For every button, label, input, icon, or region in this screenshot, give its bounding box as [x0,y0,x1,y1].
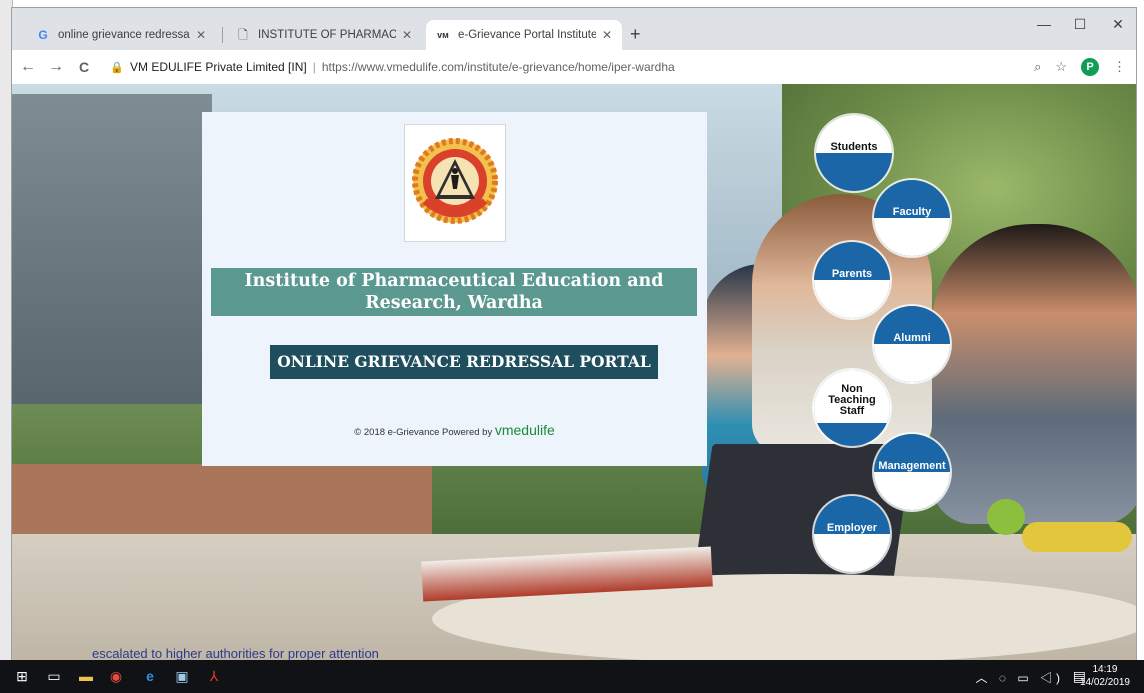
institute-name: Institute of Pharmaceutical Education an… [211,268,697,316]
tab-close-icon[interactable]: ✕ [402,28,412,42]
vm-icon: vм [437,30,449,40]
non-teaching-staff-label: Non Teaching Staff [828,383,876,417]
apple-image [987,499,1025,535]
student-figure [932,224,1136,524]
bookmark-star-icon[interactable]: ☆ [1055,59,1067,75]
tab-google-search[interactable]: G online grievance redressal mecha ✕ [26,20,216,50]
minimize-button[interactable]: — [1024,16,1064,32]
students-login-button[interactable]: Students [816,115,892,191]
system-tray-icons[interactable]: ︿ ◌ ▭ ◁) [976,669,1064,686]
system-clock[interactable]: 14:19 14/02/2019 [1080,663,1130,689]
windows-taskbar: ⊞ ▭ ▬ ◉ e ▣ ⅄ ︿ ◌ ▭ ◁) ▤ 14:19 14/02/201… [0,660,1144,693]
pdf-reader-icon[interactable]: ⅄ [204,666,224,686]
employer-login-button[interactable]: Employer [814,496,890,572]
portal-info-panel: Institute of Pharmaceutical Education an… [202,112,707,466]
institute-emblem-icon [412,138,498,224]
tab-close-icon[interactable]: ✕ [196,28,206,42]
background-page-text: escalated to higher authorities for prop… [92,646,379,660]
banana-image [1022,522,1132,552]
close-window-button[interactable]: ✕ [1098,16,1138,33]
tab-title: e-Grievance Portal Institute of Ph [458,29,596,41]
edge-icon[interactable]: e [140,666,160,686]
address-bar[interactable]: 🔒 VM EDULIFE Private Limited [IN] | http… [110,54,990,80]
url-separator: | [312,60,316,74]
google-icon: G [38,28,48,42]
management-login-button[interactable]: Management [874,434,950,510]
window-app-icon[interactable]: ▣ [172,666,192,686]
employer-label: Employer [826,522,878,534]
new-tab-button[interactable]: + [630,24,641,45]
portal-title: ONLINE GRIEVANCE REDRESSAL PORTAL [270,345,658,379]
non-teaching-staff-login-button[interactable]: Non Teaching Staff [814,370,890,446]
site-identity: VM EDULIFE Private Limited [IN] [130,60,307,74]
parents-login-button[interactable]: Parents [814,242,890,318]
task-view-icon[interactable]: ▭ [44,666,64,686]
back-button[interactable]: ← [16,58,40,76]
tab-separator [222,27,223,43]
faculty-label: Faculty [892,206,932,218]
faculty-login-button[interactable]: Faculty [874,180,950,256]
zoom-icon[interactable]: ⌕ [1034,59,1041,75]
file-explorer-icon[interactable]: ▬ [76,666,96,686]
profile-avatar[interactable]: P [1081,58,1099,76]
clock-time: 14:19 [1092,664,1118,675]
tab-institute[interactable]: 🗋 INSTITUTE OF PHARMACEUTICA ✕ [226,20,422,50]
tab-egrievance[interactable]: vм e-Grievance Portal Institute of Ph ✕ [426,20,622,50]
menu-icon[interactable]: ⋮ [1113,59,1126,75]
lock-icon: 🔒 [110,61,124,74]
document-icon: 🗋 [238,28,248,42]
alumni-label: Alumni [893,332,931,344]
students-label: Students [830,141,878,153]
management-label: Management [878,460,946,472]
windows-start-icon[interactable]: ⊞ [12,666,32,686]
maximize-button[interactable]: ☐ [1060,16,1100,33]
footer-text: © 2018 e-Grievance Powered by [354,427,495,438]
forward-button[interactable]: → [44,58,68,76]
url-text: https://www.vmedulife.com/institute/e-gr… [321,60,675,74]
chrome-icon[interactable]: ◉ [106,666,126,686]
toolbar-actions: ⌕ ☆ P ⋮ [1034,58,1126,76]
tab-bar: G online grievance redressal mecha ✕ 🗋 I… [12,8,1136,50]
background-building [12,94,212,424]
tab-title: INSTITUTE OF PHARMACEUTICA [258,29,396,41]
background-wall [12,464,432,544]
browser-toolbar: ← → C 🔒 VM EDULIFE Private Limited [IN] … [12,50,1136,84]
page-viewport: Institute of Pharmaceutical Education an… [12,84,1136,660]
tab-close-icon[interactable]: ✕ [602,28,612,42]
institute-logo [404,124,506,242]
clock-date: 14/02/2019 [1079,677,1130,688]
powered-by-footer: © 2018 e-Grievance Powered by vmedulife [202,422,707,438]
browser-window: G online grievance redressal mecha ✕ 🗋 I… [12,8,1136,660]
tab-title: online grievance redressal mecha [58,29,190,41]
vmedulife-link[interactable]: vmedulife [495,422,555,438]
reload-button[interactable]: C [72,59,96,75]
parents-label: Parents [831,268,873,280]
